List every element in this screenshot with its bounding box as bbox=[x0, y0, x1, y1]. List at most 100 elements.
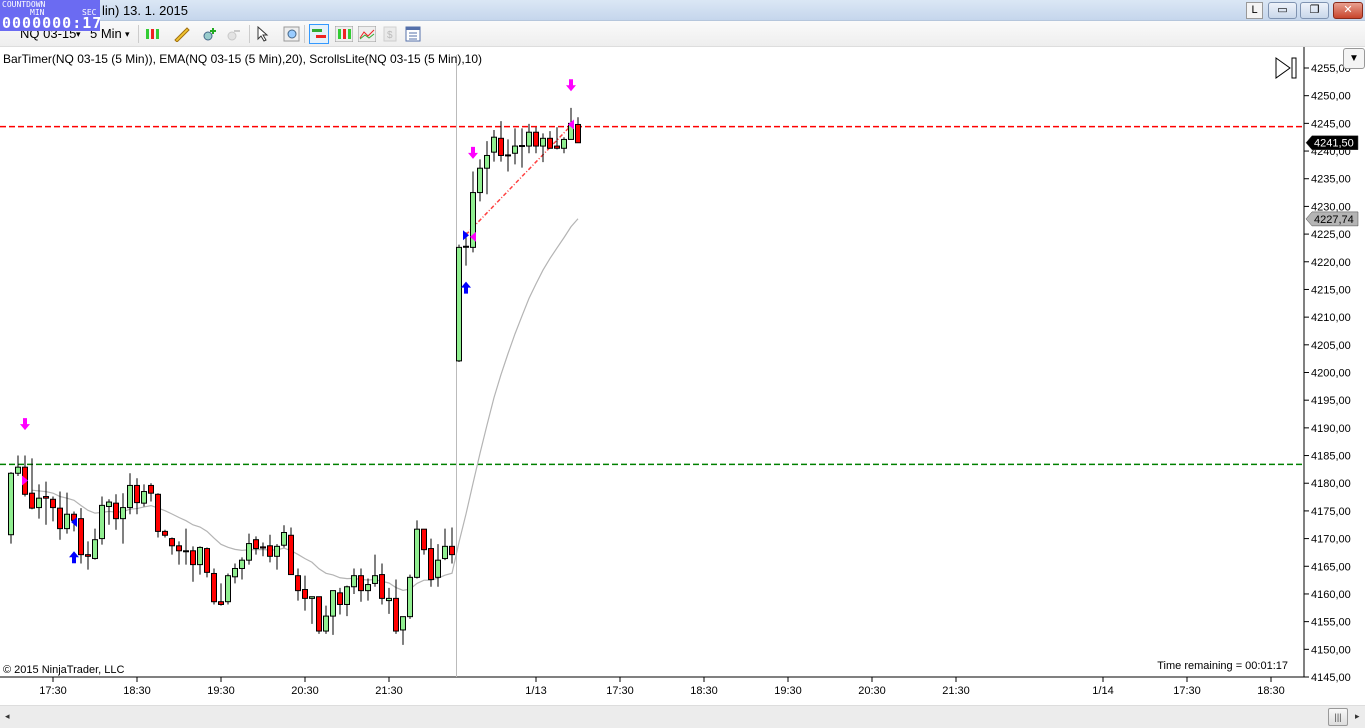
scroll-to-end-icon[interactable] bbox=[1275, 57, 1297, 79]
candle-body bbox=[456, 246, 462, 362]
y-tick-label: 4220,00 bbox=[1311, 257, 1351, 269]
candle-body bbox=[365, 584, 371, 592]
window-title: lin) 13. 1. 2015 bbox=[102, 3, 189, 18]
x-tick-label: 17:30 bbox=[1173, 685, 1201, 697]
scrollbar-thumb[interactable]: ||| bbox=[1328, 708, 1348, 726]
candle bbox=[176, 541, 182, 565]
zoom-out-icon[interactable] bbox=[224, 24, 244, 44]
candle-body bbox=[295, 575, 301, 592]
chart-trader-icon[interactable] bbox=[309, 24, 329, 44]
x-tick-label: 17:30 bbox=[606, 685, 634, 697]
candle bbox=[148, 483, 154, 502]
title-bar: lin) 13. 1. 2015 L ▭ ❐ ✕ bbox=[0, 0, 1365, 21]
minimize-button[interactable]: ▭ bbox=[1268, 2, 1297, 19]
candle bbox=[337, 587, 343, 615]
down-arrow-icon bbox=[468, 146, 478, 159]
candle-body bbox=[414, 528, 420, 578]
separator bbox=[304, 25, 305, 43]
ema-value-marker-text: 4227,74 bbox=[1314, 214, 1354, 226]
candle-body bbox=[183, 550, 189, 553]
candle-body bbox=[554, 145, 560, 149]
candle-body bbox=[78, 518, 84, 556]
candle bbox=[554, 127, 560, 150]
candle bbox=[456, 244, 462, 362]
y-tick-label: 4160,00 bbox=[1311, 589, 1351, 601]
x-tick-label: 1/13 bbox=[525, 685, 546, 697]
last-price-marker: 4241,50 bbox=[1305, 135, 1359, 150]
close-button[interactable]: ✕ bbox=[1333, 2, 1363, 19]
chevron-down-icon[interactable]: ▾ bbox=[125, 24, 130, 44]
candle bbox=[29, 458, 35, 510]
candle-body bbox=[239, 559, 245, 569]
candle bbox=[484, 141, 490, 195]
candle bbox=[183, 528, 189, 565]
candle-body bbox=[463, 245, 469, 248]
chart-style-icon[interactable] bbox=[143, 24, 163, 44]
scroll-right-icon[interactable]: ▸ bbox=[1355, 711, 1360, 722]
candle bbox=[92, 528, 98, 560]
candle-body bbox=[498, 137, 504, 156]
candle-body bbox=[442, 545, 448, 560]
y-tick-label: 4230,00 bbox=[1311, 201, 1351, 213]
dollar-icon[interactable]: $ bbox=[380, 24, 400, 44]
candle bbox=[442, 528, 448, 561]
candle-body bbox=[190, 550, 196, 566]
candle-body bbox=[176, 545, 182, 552]
restore-button[interactable]: ❐ bbox=[1300, 2, 1329, 19]
candle bbox=[414, 520, 420, 579]
candle-body bbox=[533, 131, 539, 147]
y-tick-label: 4235,00 bbox=[1311, 174, 1351, 186]
data-box-icon[interactable] bbox=[282, 24, 302, 44]
x-tick-label: 1/14 bbox=[1092, 685, 1113, 697]
pointer-icon[interactable] bbox=[254, 24, 274, 44]
candle bbox=[449, 527, 455, 564]
candle-body bbox=[491, 136, 497, 153]
candle bbox=[351, 568, 357, 594]
y-tick-label: 4245,00 bbox=[1311, 118, 1351, 130]
candle-body bbox=[484, 154, 490, 169]
candle bbox=[302, 575, 308, 611]
zoom-in-icon[interactable] bbox=[200, 24, 220, 44]
indicators-icon[interactable] bbox=[334, 24, 354, 44]
candle bbox=[372, 554, 378, 587]
candle-body bbox=[8, 472, 14, 536]
y-tick-label: 4200,00 bbox=[1311, 368, 1351, 380]
countdown-value: 0000000:17 bbox=[2, 14, 103, 32]
candle-body bbox=[43, 496, 49, 499]
y-tick-label: 4210,00 bbox=[1311, 312, 1351, 324]
y-tick-label: 4225,00 bbox=[1311, 229, 1351, 241]
candle bbox=[526, 123, 532, 154]
candle-body bbox=[204, 548, 210, 573]
candle-body bbox=[561, 138, 567, 149]
candle bbox=[281, 525, 287, 548]
chevron-down-icon[interactable]: ▼ bbox=[1343, 48, 1365, 69]
link-button[interactable]: L bbox=[1246, 2, 1263, 19]
candle-body bbox=[540, 137, 546, 147]
strategies-icon[interactable] bbox=[357, 24, 377, 44]
candle-body bbox=[575, 123, 581, 144]
candle-body bbox=[253, 539, 259, 550]
candle-body bbox=[393, 597, 399, 632]
pencil-drawing-icon[interactable] bbox=[172, 24, 192, 44]
candle bbox=[379, 563, 385, 605]
candle bbox=[246, 533, 252, 565]
horizontal-scrollbar[interactable]: ◂ ||| ▸ bbox=[0, 705, 1365, 728]
candle-body bbox=[302, 589, 308, 599]
candle bbox=[309, 596, 315, 624]
candle-body bbox=[148, 484, 154, 494]
candle bbox=[57, 491, 63, 540]
properties-icon[interactable] bbox=[403, 24, 423, 44]
y-tick-label: 4180,00 bbox=[1311, 478, 1351, 490]
copyright-label: © 2015 NinjaTrader, LLC bbox=[3, 664, 125, 676]
scroll-left-icon[interactable]: ◂ bbox=[5, 711, 10, 722]
candle bbox=[169, 537, 175, 555]
ema-value-marker: 4227,74 bbox=[1305, 211, 1359, 227]
candle bbox=[225, 573, 231, 605]
candle bbox=[512, 128, 518, 165]
candle bbox=[344, 585, 350, 617]
price-chart[interactable]: 4255,004250,004245,004240,004235,004230,… bbox=[0, 47, 1365, 705]
candle bbox=[113, 494, 119, 530]
candle-body bbox=[29, 492, 35, 509]
bar-timer-countdown: COUNTDOWN MIN SEC 0000000:17 bbox=[0, 0, 103, 32]
candle-body bbox=[428, 548, 434, 581]
